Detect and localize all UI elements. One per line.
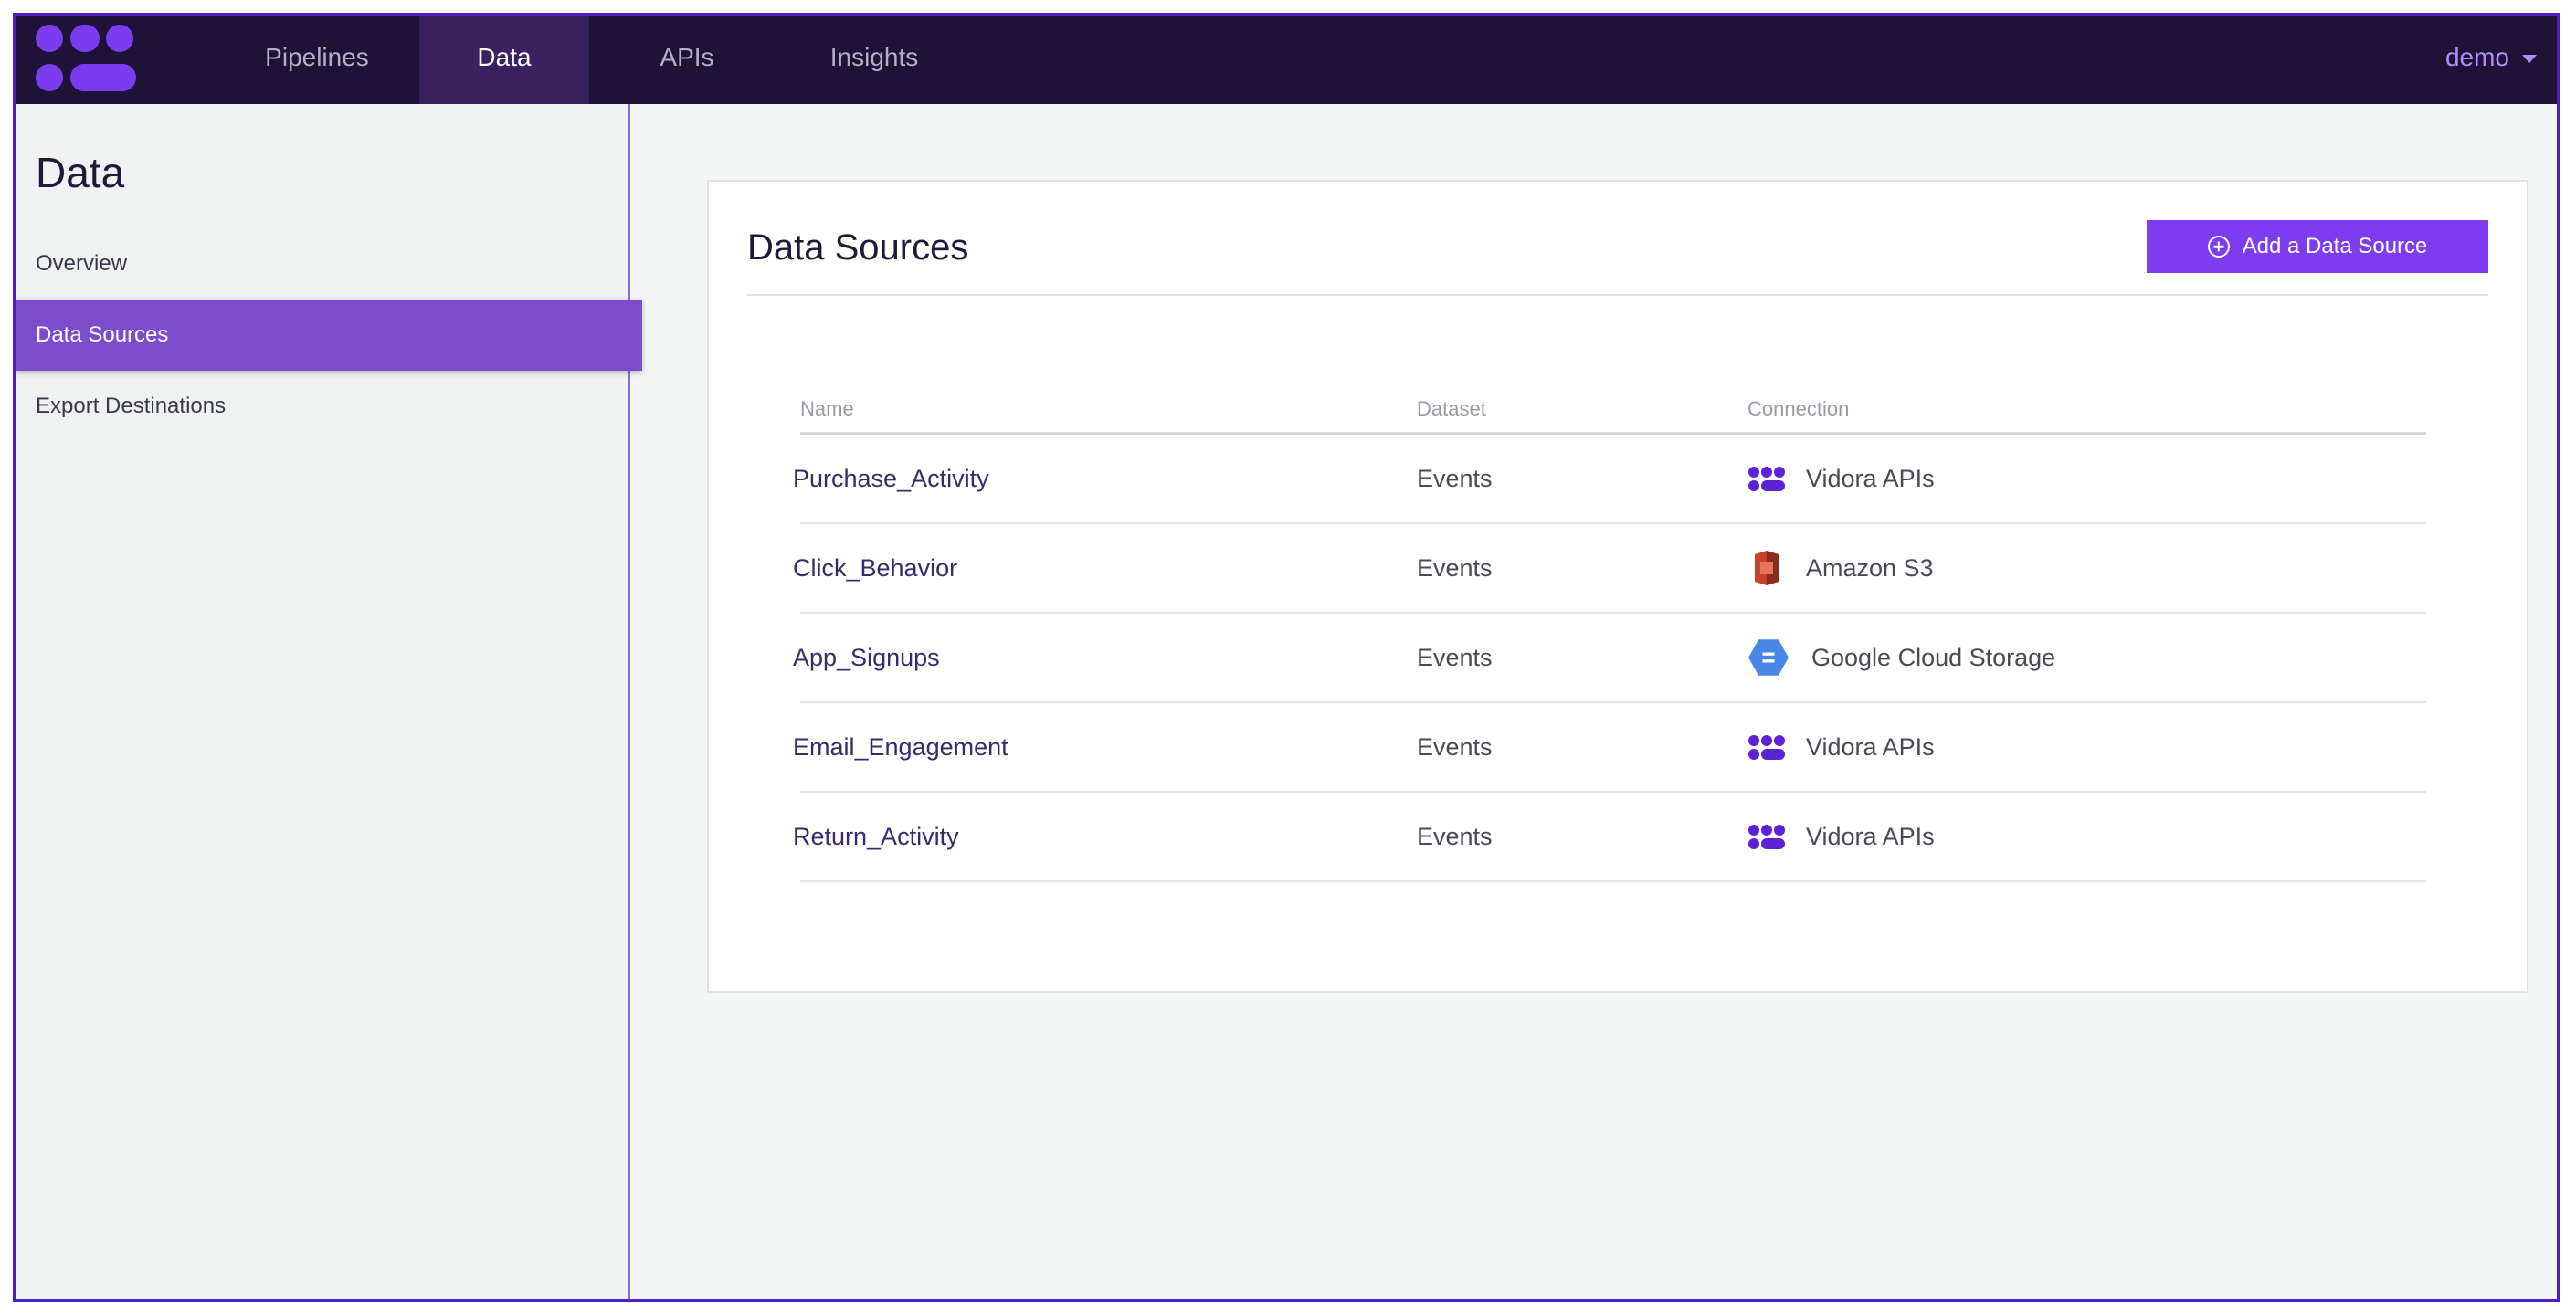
table-header: Name Dataset Connection [800,397,2426,435]
data-source-name-link[interactable]: Return_Activity [793,793,959,880]
divider [747,294,2488,296]
column-header-dataset: Dataset [1417,397,1486,420]
nav-tab-data[interactable]: Data [419,16,589,104]
vidora-logo-icon [1748,825,1785,849]
dataset-value: Events [1417,732,1493,761]
dataset-value: Events [1417,553,1493,582]
connection-cell: Google Cloud Storage [1747,614,2055,701]
nav-tab-pipelines[interactable]: Pipelines [226,16,408,104]
table-row[interactable]: Return_Activity Events Vidora APIs [793,793,2426,882]
amazon-s3-icon [1755,551,1779,585]
sidebar-item-overview[interactable]: Overview [16,228,642,300]
dataset-value: Events [1417,822,1493,850]
connection-label: Vidora APIs [1806,464,1935,492]
vidora-logo-icon[interactable] [34,23,138,94]
sidebar-item-data-sources[interactable]: Data Sources [16,300,642,371]
add-data-source-label: Add a Data Source [2242,234,2428,258]
column-header-name: Name [800,397,854,420]
user-menu[interactable]: demo [2445,16,2537,104]
data-source-name-link[interactable]: Email_Engagement [793,703,1008,791]
data-sources-card: Data Sources Add a Data Source Name Data… [707,180,2528,993]
app-window: Pipelines Data APIs Insights demo Data O… [13,13,2560,1302]
dataset-value: Events [1417,643,1493,671]
top-navigation-bar: Pipelines Data APIs Insights demo [16,16,2557,104]
vidora-logo-icon [1748,735,1785,760]
nav-tab-insights[interactable]: Insights [783,16,966,104]
connection-cell: Amazon S3 [1747,524,1934,612]
table-row[interactable]: Email_Engagement Events Vidora APIs [793,703,2426,793]
table-row[interactable]: Purchase_Activity Events Vidora APIs [793,435,2426,524]
connection-label: Google Cloud Storage [1811,643,2056,671]
connection-label: Vidora APIs [1806,732,1935,761]
data-source-name-link[interactable]: App_Signups [793,614,940,701]
page-title: Data Sources [747,227,969,268]
chevron-down-icon [2522,55,2537,64]
add-data-source-button[interactable]: Add a Data Source [2147,220,2488,273]
connection-cell: Vidora APIs [1747,703,1935,791]
sidebar-title: Data [36,149,125,196]
connection-label: Vidora APIs [1806,822,1935,850]
connection-cell: Vidora APIs [1747,793,1935,880]
data-sources-table: Name Dataset Connection Purchase_Activit… [793,397,2426,882]
data-source-name-link[interactable]: Purchase_Activity [793,435,989,522]
sidebar: Data Overview Data Sources Export Destin… [16,104,642,1299]
table-row[interactable]: App_Signups Events Google Cloud Storage [793,614,2426,703]
vidora-logo-icon [1748,467,1785,491]
sidebar-item-export-destinations[interactable]: Export Destinations [16,371,642,442]
user-name: demo [2444,43,2509,71]
plus-circle-icon [2207,236,2230,258]
connection-label: Amazon S3 [1806,553,1934,582]
dataset-value: Events [1417,464,1493,492]
google-cloud-storage-icon [1748,639,1789,676]
nav-tab-apis[interactable]: APIs [618,16,755,104]
connection-cell: Vidora APIs [1747,435,1935,522]
data-source-name-link[interactable]: Click_Behavior [793,524,957,612]
table-row[interactable]: Click_Behavior Events Amazon S3 [793,524,2426,614]
column-header-connection: Connection [1747,397,1850,420]
